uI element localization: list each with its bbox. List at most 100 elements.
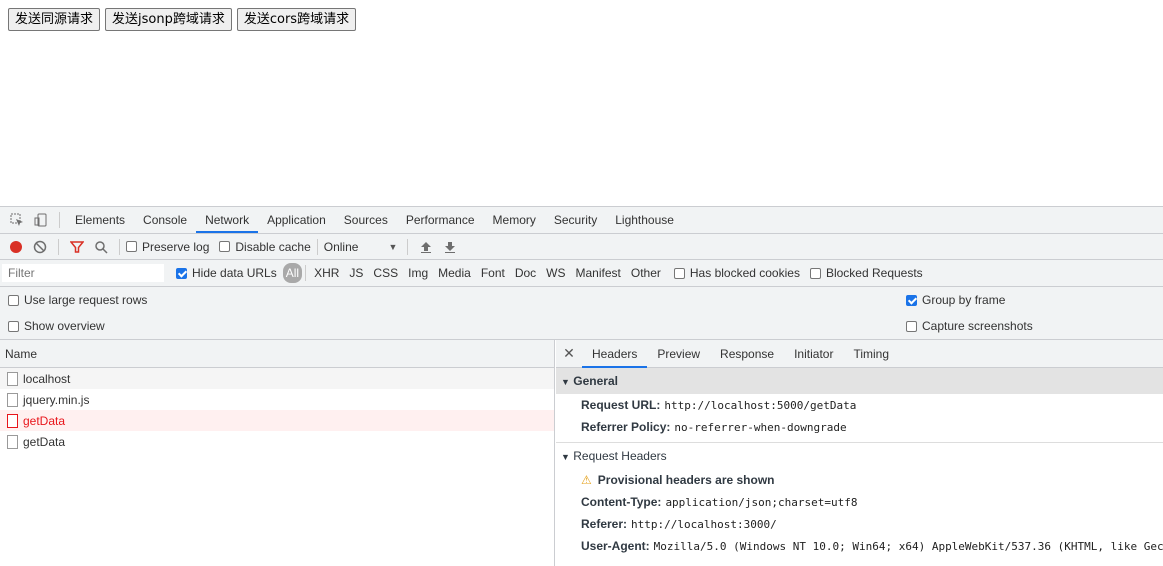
tab-memory[interactable]: Memory: [484, 207, 545, 233]
import-har-icon[interactable]: [414, 235, 438, 259]
capture-screenshots-checkbox[interactable]: Capture screenshots: [906, 319, 1033, 333]
tab-console[interactable]: Console: [134, 207, 196, 233]
same-origin-request-button[interactable]: 发送同源请求: [8, 8, 101, 31]
tab-application[interactable]: Application: [258, 207, 335, 233]
tab-security[interactable]: Security: [545, 207, 606, 233]
request-detail-pane: ✕ Headers Preview Response Initiator Tim…: [556, 340, 1163, 566]
cors-request-button[interactable]: 发送cors跨域请求: [236, 8, 357, 31]
search-icon[interactable]: [89, 235, 113, 259]
tab-timing[interactable]: Timing: [843, 340, 899, 368]
chevron-down-icon: ▼: [388, 241, 398, 252]
export-har-icon[interactable]: [438, 235, 462, 259]
group-by-frame-label: Group by frame: [922, 293, 1006, 307]
header-value: Mozilla/5.0 (Windows NT 10.0; Win64; x64…: [653, 540, 1163, 553]
network-toolbar: Preserve log Disable cache Online ▼: [0, 234, 1163, 260]
referrer-policy-row: Referrer Policy: no-referrer-when-downgra…: [556, 416, 1163, 438]
header-key: User-Agent:: [581, 539, 650, 553]
name-column-header[interactable]: Name: [0, 340, 554, 368]
request-name: jquery.min.js: [23, 392, 90, 407]
document-icon: [7, 392, 18, 407]
detail-tabbar: ✕ Headers Preview Response Initiator Tim…: [556, 340, 1163, 368]
record-icon[interactable]: [4, 235, 28, 259]
request-row[interactable]: getData: [0, 431, 554, 452]
general-section-header[interactable]: ▼ General: [556, 368, 1163, 394]
large-rows-box[interactable]: [8, 294, 19, 306]
tab-performance[interactable]: Performance: [397, 207, 484, 233]
type-filter-js[interactable]: JS: [344, 263, 368, 283]
device-toolbar-icon[interactable]: [29, 208, 53, 232]
hide-data-urls-label: Hide data URLs: [192, 266, 277, 280]
devtools-tabbar: Elements Console Network Application Sou…: [0, 207, 1163, 234]
referer-row: Referer: http://localhost:3000/: [556, 513, 1163, 535]
header-key: Referer:: [581, 517, 628, 531]
tab-sources[interactable]: Sources: [335, 207, 397, 233]
clear-icon[interactable]: [28, 235, 52, 259]
group-by-frame-box[interactable]: [906, 294, 917, 306]
hide-data-urls-checkbox[interactable]: Hide data URLs: [176, 266, 277, 280]
filter-bar: Hide data URLs All XHR JS CSS Img Media …: [0, 260, 1163, 287]
type-filter-font[interactable]: Font: [476, 263, 510, 283]
hide-data-urls-box[interactable]: [176, 267, 187, 279]
type-filter-ws[interactable]: WS: [541, 263, 570, 283]
document-icon: [7, 371, 18, 386]
page-button-group: 发送同源请求 发送jsonp跨域请求 发送cors跨域请求: [8, 8, 357, 31]
has-blocked-cookies-box[interactable]: [673, 267, 685, 279]
close-icon[interactable]: ✕: [556, 345, 582, 362]
type-filter-img[interactable]: Img: [403, 263, 433, 283]
show-overview-box[interactable]: [8, 320, 19, 332]
request-row[interactable]: localhost: [0, 368, 554, 389]
capture-screenshots-box[interactable]: [906, 320, 917, 332]
header-value: http://localhost:3000/: [631, 518, 777, 531]
preserve-log-checkbox[interactable]: Preserve log: [126, 240, 209, 254]
group-by-frame-checkbox[interactable]: Group by frame: [906, 293, 1005, 307]
blocked-requests-label: Blocked Requests: [825, 266, 923, 280]
provisional-warning: Provisional headers are shown: [597, 473, 775, 487]
show-overview-checkbox[interactable]: Show overview: [8, 319, 105, 333]
header-value: no-referrer-when-downgrade: [674, 421, 847, 434]
request-name: getData: [23, 434, 66, 449]
type-filter-css[interactable]: CSS: [368, 263, 403, 283]
document-icon: [7, 413, 18, 428]
inspect-element-icon[interactable]: [5, 208, 29, 232]
disable-cache-checkbox[interactable]: Disable cache: [219, 239, 311, 254]
blocked-requests-box[interactable]: [809, 267, 821, 279]
tab-headers[interactable]: Headers: [582, 340, 648, 368]
request-headers-section-header[interactable]: ▼ Request Headers: [556, 443, 1163, 469]
warning-icon: ⚠: [581, 473, 592, 487]
type-filter-media[interactable]: Media: [433, 263, 476, 283]
options-row-1: Use large request rows Group by frame: [0, 287, 1163, 313]
type-filter-all[interactable]: All: [282, 263, 303, 283]
tab-lighthouse[interactable]: Lighthouse: [606, 207, 683, 233]
preserve-log-box[interactable]: [126, 241, 137, 252]
request-row[interactable]: jquery.min.js: [0, 389, 554, 410]
throttle-select[interactable]: Online ▼: [324, 240, 398, 254]
tab-network[interactable]: Network: [196, 207, 259, 233]
disable-cache-label: Disable cache: [235, 239, 311, 254]
header-key: Referrer Policy:: [581, 420, 671, 434]
header-value: application/json;charset=utf8: [665, 496, 858, 509]
content-type-row: Content-Type: application/json;charset=ut…: [556, 491, 1163, 513]
filter-icon[interactable]: [65, 235, 89, 259]
request-row-failed[interactable]: getData: [0, 410, 554, 431]
type-filter-doc[interactable]: Doc: [510, 263, 541, 283]
has-blocked-cookies-checkbox[interactable]: Has blocked cookies: [673, 266, 800, 280]
triangle-down-icon: ▼: [561, 452, 570, 462]
options-row-2: Show overview Capture screenshots: [0, 313, 1163, 340]
provisional-warning-row: ⚠ Provisional headers are shown: [556, 469, 1163, 491]
preserve-log-label: Preserve log: [142, 239, 210, 254]
request-url-row: Request URL: http://localhost:5000/getDat…: [556, 394, 1163, 416]
large-rows-checkbox[interactable]: Use large request rows: [8, 293, 147, 307]
has-blocked-cookies-label: Has blocked cookies: [689, 266, 800, 280]
blocked-requests-checkbox[interactable]: Blocked Requests: [809, 266, 923, 280]
type-filter-xhr[interactable]: XHR: [309, 263, 344, 283]
tab-elements[interactable]: Elements: [66, 207, 134, 233]
type-filter-manifest[interactable]: Manifest: [571, 263, 626, 283]
tab-response[interactable]: Response: [710, 340, 784, 368]
type-filter-other[interactable]: Other: [626, 263, 666, 283]
jsonp-request-button[interactable]: 发送jsonp跨域请求: [105, 8, 232, 31]
capture-screenshots-label: Capture screenshots: [922, 319, 1033, 333]
disable-cache-box[interactable]: [219, 241, 231, 252]
tab-preview[interactable]: Preview: [647, 340, 710, 368]
tab-initiator[interactable]: Initiator: [784, 340, 843, 368]
filter-input[interactable]: [2, 264, 164, 282]
